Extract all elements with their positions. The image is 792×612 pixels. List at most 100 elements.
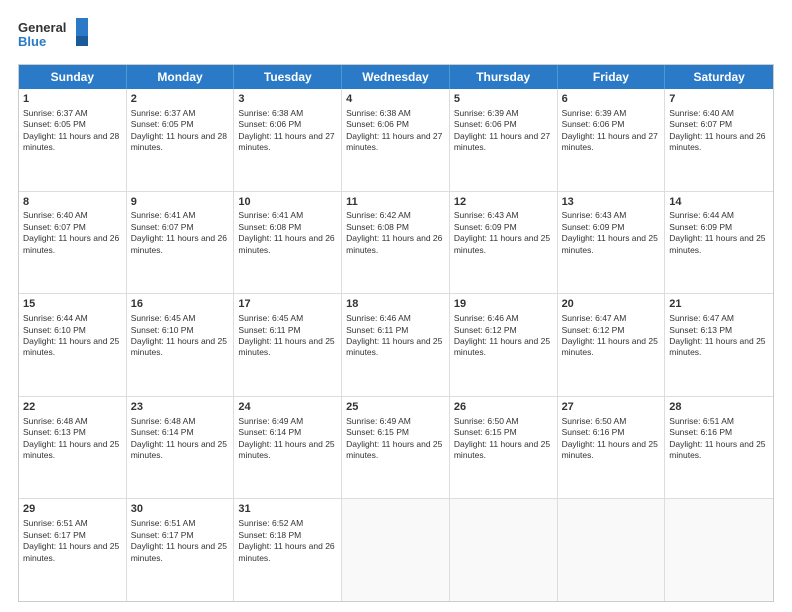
daylight-label: Daylight: 11 hours and 25 minutes. — [131, 439, 227, 460]
sunrise-label: Sunrise: 6:46 AM — [454, 313, 519, 323]
day-number: 1 — [23, 92, 122, 107]
sunset-label: Sunset: 6:17 PM — [23, 530, 86, 540]
week-row-5: 29Sunrise: 6:51 AMSunset: 6:17 PMDayligh… — [19, 499, 773, 601]
header: General Blue — [18, 16, 774, 54]
day-cell-6: 6Sunrise: 6:39 AMSunset: 6:06 PMDaylight… — [558, 89, 666, 191]
daylight-label: Daylight: 11 hours and 25 minutes. — [562, 439, 658, 460]
sunset-label: Sunset: 6:18 PM — [238, 530, 301, 540]
day-cell-2: 2Sunrise: 6:37 AMSunset: 6:05 PMDaylight… — [127, 89, 235, 191]
day-cell-8: 8Sunrise: 6:40 AMSunset: 6:07 PMDaylight… — [19, 192, 127, 294]
day-cell-9: 9Sunrise: 6:41 AMSunset: 6:07 PMDaylight… — [127, 192, 235, 294]
day-header-wednesday: Wednesday — [342, 65, 450, 89]
day-cell-18: 18Sunrise: 6:46 AMSunset: 6:11 PMDayligh… — [342, 294, 450, 396]
day-number: 15 — [23, 297, 122, 312]
day-number: 2 — [131, 92, 230, 107]
week-row-3: 15Sunrise: 6:44 AMSunset: 6:10 PMDayligh… — [19, 294, 773, 397]
sunrise-label: Sunrise: 6:49 AM — [346, 416, 411, 426]
daylight-label: Daylight: 11 hours and 25 minutes. — [346, 336, 442, 357]
day-cell-24: 24Sunrise: 6:49 AMSunset: 6:14 PMDayligh… — [234, 397, 342, 499]
daylight-label: Daylight: 11 hours and 25 minutes. — [238, 439, 334, 460]
sunrise-label: Sunrise: 6:41 AM — [238, 210, 303, 220]
daylight-label: Daylight: 11 hours and 25 minutes. — [346, 439, 442, 460]
day-header-monday: Monday — [127, 65, 235, 89]
day-header-tuesday: Tuesday — [234, 65, 342, 89]
day-cell-10: 10Sunrise: 6:41 AMSunset: 6:08 PMDayligh… — [234, 192, 342, 294]
empty-cell — [558, 499, 666, 601]
sunset-label: Sunset: 6:06 PM — [238, 119, 301, 129]
sunset-label: Sunset: 6:16 PM — [669, 427, 732, 437]
daylight-label: Daylight: 11 hours and 25 minutes. — [454, 336, 550, 357]
day-number: 17 — [238, 297, 337, 312]
sunset-label: Sunset: 6:13 PM — [669, 325, 732, 335]
daylight-label: Daylight: 11 hours and 28 minutes. — [23, 131, 119, 152]
sunset-label: Sunset: 6:10 PM — [23, 325, 86, 335]
daylight-label: Daylight: 11 hours and 27 minutes. — [454, 131, 550, 152]
daylight-label: Daylight: 11 hours and 26 minutes. — [23, 233, 119, 254]
day-cell-3: 3Sunrise: 6:38 AMSunset: 6:06 PMDaylight… — [234, 89, 342, 191]
day-cell-4: 4Sunrise: 6:38 AMSunset: 6:06 PMDaylight… — [342, 89, 450, 191]
logo-svg: General Blue — [18, 16, 88, 54]
sunrise-label: Sunrise: 6:39 AM — [562, 108, 627, 118]
daylight-label: Daylight: 11 hours and 25 minutes. — [238, 336, 334, 357]
day-number: 22 — [23, 400, 122, 415]
empty-cell — [665, 499, 773, 601]
sunset-label: Sunset: 6:07 PM — [131, 222, 194, 232]
day-cell-16: 16Sunrise: 6:45 AMSunset: 6:10 PMDayligh… — [127, 294, 235, 396]
daylight-label: Daylight: 11 hours and 26 minutes. — [669, 131, 765, 152]
day-cell-13: 13Sunrise: 6:43 AMSunset: 6:09 PMDayligh… — [558, 192, 666, 294]
day-number: 24 — [238, 400, 337, 415]
sunrise-label: Sunrise: 6:40 AM — [23, 210, 88, 220]
page: General Blue SundayMondayTuesdayWednesda… — [0, 0, 792, 612]
sunset-label: Sunset: 6:16 PM — [562, 427, 625, 437]
sunrise-label: Sunrise: 6:47 AM — [669, 313, 734, 323]
day-cell-7: 7Sunrise: 6:40 AMSunset: 6:07 PMDaylight… — [665, 89, 773, 191]
sunset-label: Sunset: 6:13 PM — [23, 427, 86, 437]
sunrise-label: Sunrise: 6:43 AM — [562, 210, 627, 220]
sunrise-label: Sunrise: 6:38 AM — [238, 108, 303, 118]
daylight-label: Daylight: 11 hours and 25 minutes. — [23, 439, 119, 460]
daylight-label: Daylight: 11 hours and 25 minutes. — [562, 336, 658, 357]
day-header-saturday: Saturday — [665, 65, 773, 89]
sunset-label: Sunset: 6:07 PM — [23, 222, 86, 232]
sunrise-label: Sunrise: 6:39 AM — [454, 108, 519, 118]
day-number: 19 — [454, 297, 553, 312]
day-number: 23 — [131, 400, 230, 415]
day-number: 27 — [562, 400, 661, 415]
daylight-label: Daylight: 11 hours and 27 minutes. — [346, 131, 442, 152]
sunset-label: Sunset: 6:15 PM — [346, 427, 409, 437]
day-number: 28 — [669, 400, 769, 415]
daylight-label: Daylight: 11 hours and 25 minutes. — [23, 336, 119, 357]
day-header-sunday: Sunday — [19, 65, 127, 89]
daylight-label: Daylight: 11 hours and 28 minutes. — [131, 131, 227, 152]
day-number: 11 — [346, 195, 445, 210]
daylight-label: Daylight: 11 hours and 25 minutes. — [669, 439, 765, 460]
day-cell-25: 25Sunrise: 6:49 AMSunset: 6:15 PMDayligh… — [342, 397, 450, 499]
sunset-label: Sunset: 6:05 PM — [23, 119, 86, 129]
daylight-label: Daylight: 11 hours and 25 minutes. — [131, 336, 227, 357]
day-number: 18 — [346, 297, 445, 312]
sunrise-label: Sunrise: 6:51 AM — [669, 416, 734, 426]
daylight-label: Daylight: 11 hours and 26 minutes. — [131, 233, 227, 254]
sunset-label: Sunset: 6:09 PM — [669, 222, 732, 232]
sunrise-label: Sunrise: 6:48 AM — [131, 416, 196, 426]
day-cell-14: 14Sunrise: 6:44 AMSunset: 6:09 PMDayligh… — [665, 192, 773, 294]
day-header-friday: Friday — [558, 65, 666, 89]
day-cell-27: 27Sunrise: 6:50 AMSunset: 6:16 PMDayligh… — [558, 397, 666, 499]
day-cell-20: 20Sunrise: 6:47 AMSunset: 6:12 PMDayligh… — [558, 294, 666, 396]
day-number: 29 — [23, 502, 122, 517]
svg-text:General: General — [18, 20, 66, 35]
sunrise-label: Sunrise: 6:52 AM — [238, 518, 303, 528]
sunset-label: Sunset: 6:11 PM — [346, 325, 408, 335]
sunset-label: Sunset: 6:09 PM — [454, 222, 517, 232]
sunset-label: Sunset: 6:11 PM — [238, 325, 300, 335]
daylight-label: Daylight: 11 hours and 26 minutes. — [346, 233, 442, 254]
sunrise-label: Sunrise: 6:42 AM — [346, 210, 411, 220]
sunrise-label: Sunrise: 6:45 AM — [131, 313, 196, 323]
sunset-label: Sunset: 6:05 PM — [131, 119, 194, 129]
daylight-label: Daylight: 11 hours and 26 minutes. — [238, 541, 334, 562]
day-cell-23: 23Sunrise: 6:48 AMSunset: 6:14 PMDayligh… — [127, 397, 235, 499]
day-number: 10 — [238, 195, 337, 210]
logo: General Blue — [18, 16, 88, 54]
sunset-label: Sunset: 6:06 PM — [346, 119, 409, 129]
day-number: 26 — [454, 400, 553, 415]
